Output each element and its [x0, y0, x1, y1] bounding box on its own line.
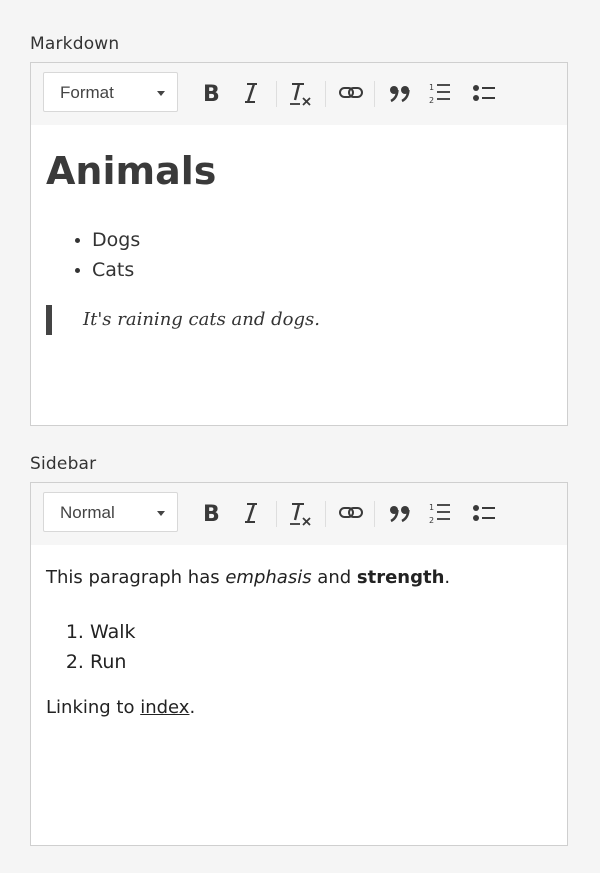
clear-format-icon [290, 503, 311, 526]
emphasis-text: emphasis [225, 567, 312, 588]
toolbar-divider [374, 81, 375, 107]
chevron-down-icon [157, 511, 165, 516]
clear-format-icon [290, 83, 311, 106]
svg-text:2: 2 [429, 516, 434, 525]
italic-icon [245, 503, 257, 523]
format-select[interactable]: Normal [43, 492, 178, 532]
bulleted-list-icon [473, 85, 495, 101]
italic-button[interactable] [236, 496, 270, 530]
link-icon [339, 507, 363, 518]
toolbar-divider [276, 81, 277, 107]
sidebar-editor[interactable]: Normal B 1 2 This paragraph has emphasis… [30, 482, 568, 846]
list-item: Walk [90, 617, 136, 647]
bold-icon: B [203, 502, 220, 527]
paragraph-text: Linking to [46, 697, 141, 718]
link-button[interactable] [334, 496, 368, 530]
link-button[interactable] [334, 76, 368, 110]
sidebar-toolbar: Normal B 1 2 [31, 483, 567, 545]
bold-icon: B [203, 82, 220, 107]
clear-format-button[interactable] [284, 496, 318, 530]
ordered-list: Walk Run [46, 617, 136, 677]
svg-text:1: 1 [429, 83, 434, 92]
numbered-list-icon: 1 2 [429, 503, 450, 525]
paragraph-text: . [189, 697, 196, 718]
paragraph-text: . [444, 567, 451, 588]
svg-text:2: 2 [429, 96, 434, 105]
markdown-toolbar: Format B 1 2 [31, 63, 567, 125]
strong-text: strength [356, 567, 445, 588]
paragraph-text: This paragraph has [46, 567, 226, 588]
blockquote-button[interactable] [383, 76, 417, 110]
clear-format-button[interactable] [284, 76, 318, 110]
content-heading: Animals [46, 149, 217, 193]
svg-text:B: B [203, 82, 220, 107]
format-select-value: Format [60, 83, 114, 102]
format-select[interactable]: Format [43, 72, 178, 112]
italic-button[interactable] [236, 76, 270, 110]
blockquote-icon [390, 86, 410, 103]
blockquote: It's raining cats and dogs. [46, 305, 320, 335]
toolbar-divider [276, 501, 277, 527]
bold-button[interactable]: B [194, 496, 228, 530]
blockquote-button[interactable] [383, 496, 417, 530]
paragraph: Linking to index. [46, 697, 195, 718]
bulleted-list-button[interactable] [468, 76, 502, 110]
bulleted-list-button[interactable] [468, 496, 502, 530]
paragraph-text: and [311, 567, 357, 588]
list-item: Dogs [92, 225, 140, 255]
svg-text:B: B [203, 502, 220, 527]
numbered-list-button[interactable]: 1 2 [424, 76, 458, 110]
index-link[interactable]: index [140, 697, 189, 718]
markdown-label: Markdown [30, 34, 120, 54]
toolbar-divider [325, 501, 326, 527]
svg-text:1: 1 [429, 503, 434, 512]
format-select-value: Normal [60, 503, 115, 522]
markdown-editor[interactable]: Format B 1 2 Animals • Dogs • Cats It's … [30, 62, 568, 426]
sidebar-content[interactable]: This paragraph has emphasis and strength… [31, 545, 567, 845]
link-icon [339, 87, 363, 98]
numbered-list-icon: 1 2 [429, 83, 450, 105]
toolbar-divider [325, 81, 326, 107]
sidebar-label: Sidebar [30, 454, 97, 474]
bold-button[interactable]: B [194, 76, 228, 110]
chevron-down-icon [157, 91, 165, 96]
markdown-content[interactable]: Animals Dogs Cats It's raining cats and … [31, 125, 567, 425]
italic-icon [245, 83, 257, 103]
list-item: Run [90, 647, 136, 677]
blockquote-text: It's raining cats and dogs. [83, 309, 320, 330]
list-item: Cats [92, 255, 140, 285]
blockquote-icon [390, 506, 410, 523]
toolbar-divider [374, 501, 375, 527]
paragraph: This paragraph has emphasis and strength… [46, 567, 450, 588]
numbered-list-button[interactable]: 1 2 [424, 496, 458, 530]
bulleted-list-icon [473, 505, 495, 521]
bullet-list: Dogs Cats [46, 225, 140, 285]
